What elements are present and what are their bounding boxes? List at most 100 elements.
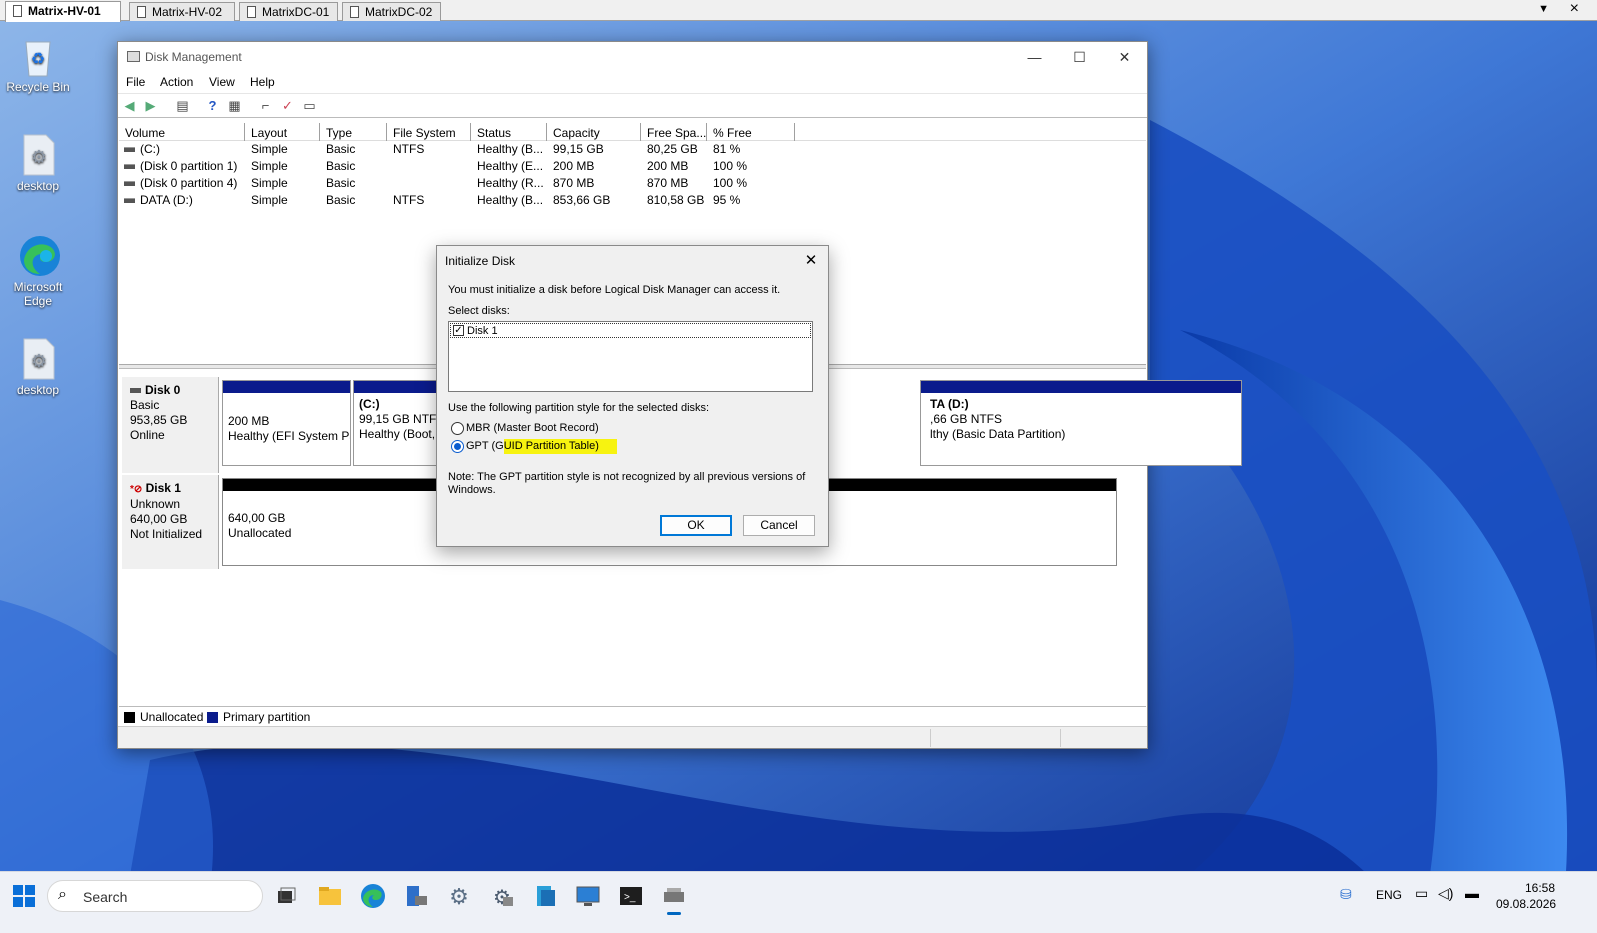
title-bar: Disk Management — ☐ ✕ bbox=[118, 42, 1147, 72]
gpt-label[interactable]: GPT (GUID Partition Table) bbox=[466, 439, 617, 454]
volume-row[interactable]: (Disk 0 partition 1) Simple Basic Health… bbox=[119, 158, 1146, 175]
terminal-icon[interactable]: >_ bbox=[617, 882, 645, 910]
partition-efi[interactable]: 200 MB Healthy (EFI System Pa bbox=[222, 380, 351, 466]
edge-icon[interactable] bbox=[359, 882, 387, 910]
settings-file-icon: ⚙ bbox=[18, 337, 58, 381]
col-file-system[interactable]: File System bbox=[393, 126, 456, 140]
mbr-label[interactable]: MBR (Master Boot Record) bbox=[466, 422, 599, 434]
volume-row[interactable]: (C:) Simple Basic NTFS Healthy (B... 99,… bbox=[119, 141, 1146, 158]
server-icon bbox=[137, 6, 146, 18]
list-view-icon[interactable]: ▦ bbox=[226, 98, 243, 114]
display-icon[interactable]: ▭ bbox=[1415, 885, 1428, 902]
drive-icon bbox=[124, 164, 135, 169]
menu-view[interactable]: View bbox=[209, 75, 235, 89]
col-free-space[interactable]: Free Spa... bbox=[647, 126, 706, 140]
properties-icon[interactable]: ▤ bbox=[174, 98, 191, 114]
gpt-highlight: UID Partition Table) bbox=[503, 439, 617, 454]
checklist-icon[interactable]: ✓ bbox=[279, 98, 296, 114]
volume-row[interactable]: (Disk 0 partition 4) Simple Basic Health… bbox=[119, 175, 1146, 192]
primary-swatch bbox=[207, 712, 218, 723]
clock-date[interactable]: 09.08.2026 bbox=[1496, 897, 1556, 911]
remote-desktop-icon[interactable] bbox=[574, 882, 602, 910]
select-disks-label: Select disks: bbox=[448, 305, 510, 317]
volume-list-header: Volume Layout Type File System Status Ca… bbox=[119, 123, 1146, 141]
back-arrow-icon[interactable]: ◀ bbox=[121, 98, 138, 114]
admin-tools-icon[interactable]: ⚙ bbox=[488, 882, 516, 910]
desktop-icon-edge[interactable]: Microsoft Edge bbox=[0, 234, 76, 308]
disk-icon bbox=[130, 388, 141, 394]
menu-file[interactable]: File bbox=[126, 75, 145, 89]
close-icon[interactable]: ✕ bbox=[800, 250, 822, 272]
language-indicator[interactable]: ENG bbox=[1376, 888, 1402, 902]
ok-button[interactable]: OK bbox=[660, 515, 732, 536]
gpt-radio[interactable] bbox=[451, 440, 464, 453]
desktop-icon-desktop-1[interactable]: ⚙ desktop bbox=[0, 133, 76, 193]
disk-1-checkbox[interactable]: ✓ bbox=[453, 325, 464, 336]
tab-matrix-hv-02[interactable]: Matrix-HV-02 bbox=[129, 2, 235, 21]
minimize-button[interactable]: — bbox=[1012, 42, 1057, 72]
svg-text:⚙: ⚙ bbox=[31, 147, 47, 167]
azure-arc-icon[interactable] bbox=[531, 882, 559, 910]
clock-time[interactable]: 16:58 bbox=[1525, 881, 1555, 895]
battery-icon[interactable]: ▬ bbox=[1465, 885, 1479, 901]
taskbar: ⌕ Search ⚙ ⚙ >_ ⛁ ENG ▭ ◁) ▬ 16:58 09.08… bbox=[0, 871, 1597, 933]
disk0-label[interactable]: Disk 0 Basic 953,85 GB Online bbox=[122, 377, 219, 473]
edge-icon bbox=[18, 234, 60, 278]
col-volume[interactable]: Volume bbox=[125, 126, 165, 140]
col-capacity[interactable]: Capacity bbox=[553, 126, 600, 140]
list-item-disk-1[interactable]: ✓ Disk 1 bbox=[450, 323, 811, 338]
disk-list[interactable]: ✓ Disk 1 bbox=[448, 321, 813, 392]
cancel-button[interactable]: Cancel bbox=[743, 515, 815, 536]
window-title: Disk Management bbox=[145, 50, 242, 64]
note-line-1: Note: The GPT partition style is not rec… bbox=[448, 471, 806, 483]
close-button[interactable]: ✕ bbox=[1102, 42, 1147, 72]
col-percent-free[interactable]: % Free bbox=[713, 126, 752, 140]
volume-row[interactable]: DATA (D:) Simple Basic NTFS Healthy (B..… bbox=[119, 192, 1146, 209]
file-explorer-icon[interactable] bbox=[316, 882, 344, 910]
status-bar bbox=[118, 726, 1147, 748]
drive-icon bbox=[124, 181, 135, 186]
help-icon[interactable]: ? bbox=[204, 98, 221, 114]
desktop-icon-recycle-bin[interactable]: ♻ Recycle Bin bbox=[0, 34, 76, 94]
error-icon: *⊘ bbox=[130, 484, 143, 495]
dialog-title: Initialize Disk bbox=[445, 254, 516, 268]
forward-arrow-icon[interactable]: ▶ bbox=[142, 98, 159, 114]
disk-management-taskbar-icon[interactable] bbox=[660, 882, 688, 915]
settings-gear-icon[interactable]: ⚙ bbox=[445, 882, 473, 910]
chevron-down-icon[interactable]: ▼ bbox=[1538, 3, 1549, 15]
close-icon[interactable]: × bbox=[1570, 0, 1579, 18]
mbr-radio[interactable] bbox=[451, 422, 464, 435]
partition-c[interactable]: (C:) 99,15 GB NTFS Healthy (Boot, bbox=[353, 380, 439, 466]
task-view-icon[interactable] bbox=[272, 882, 300, 910]
server-manager-icon[interactable] bbox=[402, 882, 430, 910]
legend: Unallocated Primary partition bbox=[119, 706, 1146, 726]
search-box[interactable]: ⌕ Search bbox=[47, 880, 263, 912]
volume-icon[interactable]: ◁) bbox=[1438, 885, 1453, 902]
recycle-bin-icon: ♻ bbox=[18, 34, 58, 78]
tab-matrixdc-02[interactable]: MatrixDC-02 bbox=[342, 2, 441, 21]
svg-text:⚙: ⚙ bbox=[449, 884, 469, 909]
maximize-button[interactable]: ☐ bbox=[1057, 42, 1102, 72]
svg-text:⚙: ⚙ bbox=[31, 351, 47, 371]
menu-help[interactable]: Help bbox=[250, 75, 275, 89]
unallocated-swatch bbox=[124, 712, 135, 723]
settings-view-icon[interactable]: ▭ bbox=[301, 98, 318, 114]
tab-matrixdc-01[interactable]: MatrixDC-01 bbox=[239, 2, 338, 21]
col-layout[interactable]: Layout bbox=[251, 126, 287, 140]
col-status[interactable]: Status bbox=[477, 126, 511, 140]
drive-icon bbox=[124, 198, 135, 203]
partition-data-d[interactable]: TA (D:) ,66 GB NTFS lthy (Basic Data Parti… bbox=[920, 380, 1242, 466]
server-icon bbox=[350, 6, 359, 18]
windows-start-icon[interactable] bbox=[10, 882, 38, 910]
partition-style-label: Use the following partition style for th… bbox=[448, 402, 710, 414]
tab-matrix-hv-01[interactable]: Matrix-HV-01 bbox=[5, 1, 121, 22]
toolbar: ◀ ▶ ▤ ? ▦ ⌐ ✓ ▭ bbox=[118, 93, 1147, 118]
connect-icon[interactable]: ⌐ bbox=[257, 98, 274, 114]
menu-action[interactable]: Action bbox=[160, 75, 193, 89]
desktop-icon-desktop-2[interactable]: ⚙ desktop bbox=[0, 337, 76, 397]
dialog-intro: You must initialize a disk before Logica… bbox=[448, 284, 781, 296]
network-status-icon[interactable]: ⛁ bbox=[1340, 886, 1352, 903]
svg-text:♻: ♻ bbox=[31, 51, 45, 68]
disk1-label[interactable]: *⊘ Disk 1 Unknown 640,00 GB Not Initiali… bbox=[122, 475, 219, 569]
col-type[interactable]: Type bbox=[326, 126, 352, 140]
